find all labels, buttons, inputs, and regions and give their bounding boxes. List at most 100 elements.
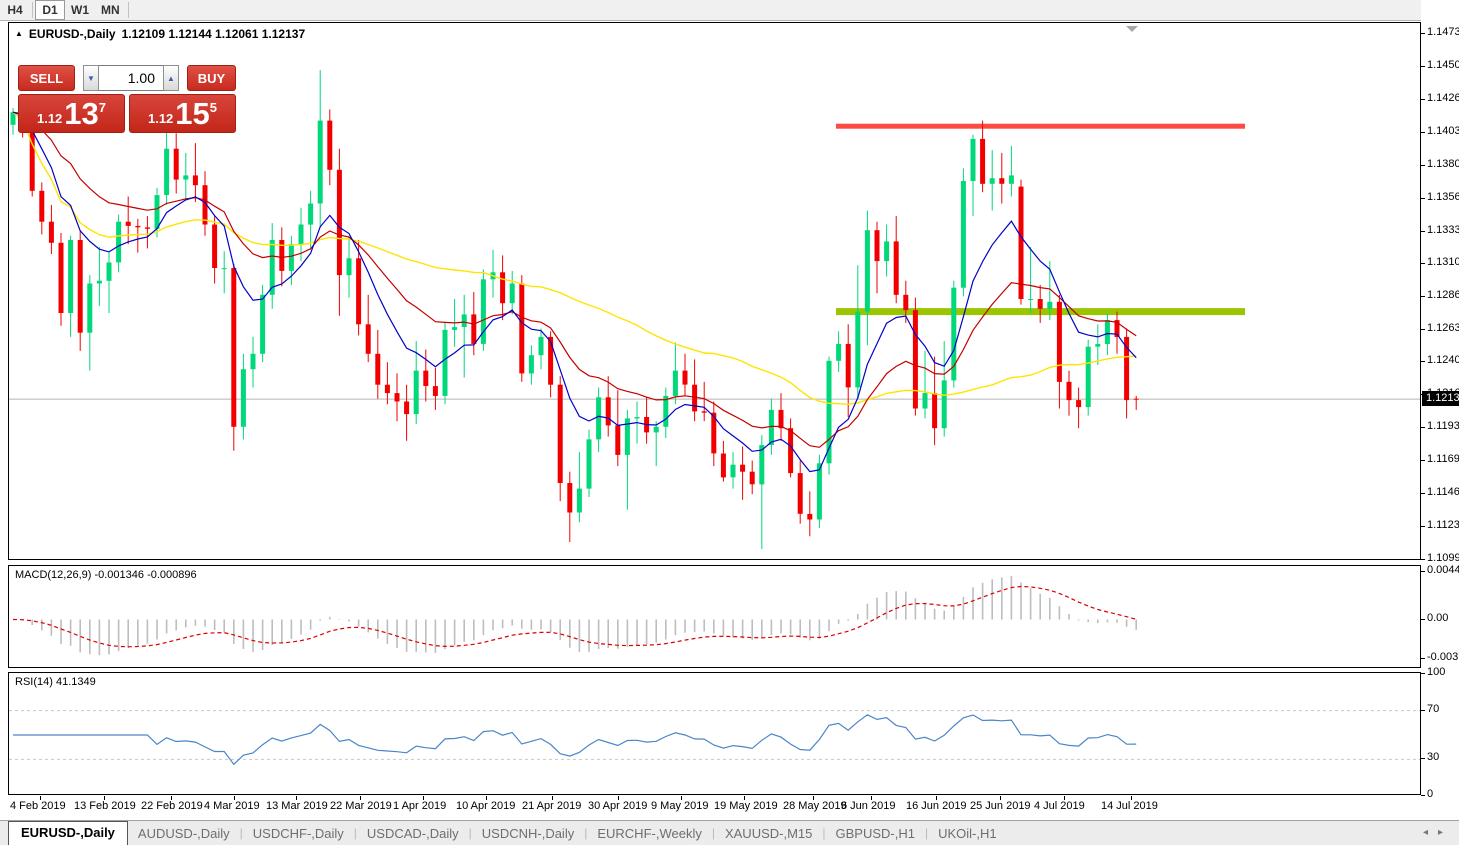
price-axis-label: 1.13565 (1427, 191, 1459, 203)
price-axis-label: 1.14030 (1427, 125, 1459, 137)
axis-tick (1421, 231, 1425, 232)
price-chart-pane[interactable]: ▲ EURUSD-,Daily 1.12109 1.12144 1.12061 … (8, 22, 1421, 560)
volume-increment-button[interactable]: ▲ (163, 65, 179, 91)
chart-tab-xauusd-m15[interactable]: XAUUSD-,M15 (715, 823, 822, 845)
chart-tab-eurusd-daily[interactable]: EURUSD-,Daily (8, 821, 128, 845)
time-axis-label: 4 Mar 2019 (204, 800, 260, 812)
price-axis-label: 1.12400 (1427, 354, 1459, 366)
time-axis-tick (40, 796, 41, 800)
time-axis-tick (423, 796, 424, 800)
time-axis-label: 13 Mar 2019 (266, 800, 328, 812)
price-axis-label: 1.11930 (1427, 420, 1459, 432)
price-axis-label: 1.10995 (1427, 552, 1459, 564)
time-axis-tick (486, 796, 487, 800)
chart-tab-usdcnh-daily[interactable]: USDCNH-,Daily (472, 823, 584, 845)
toolbar-separator (128, 2, 129, 18)
time-axis-label: 25 Jun 2019 (970, 800, 1031, 812)
axis-tick (1421, 493, 1425, 494)
time-axis-label: 1 Apr 2019 (393, 800, 446, 812)
chart-tab-usdcad-daily[interactable]: USDCAD-,Daily (357, 823, 469, 845)
buy-price-pips: 15 (175, 99, 209, 129)
buy-button[interactable]: BUY (187, 65, 236, 91)
one-click-trading-panel: SELL ▼ ▲ BUY 1.12 13 7 1.12 15 5 (18, 65, 236, 133)
trading-terminal-window: H4D1W1MN ▲ EURUSD-,Daily 1.12109 1.12144… (0, 0, 1459, 845)
chart-tab-gbpusd-h1[interactable]: GBPUSD-,H1 (826, 823, 925, 845)
chart-tab-ukoil-h1[interactable]: UKOil-,H1 (928, 823, 1007, 845)
price-axis-label: 0 (1427, 788, 1433, 800)
time-axis-tick (681, 796, 682, 800)
time-axis-label: 16 Jun 2019 (906, 800, 967, 812)
macd-histogram (13, 576, 1136, 655)
time-axis-label: 22 Mar 2019 (330, 800, 392, 812)
rsi-line (13, 715, 1136, 765)
timeframe-button-h4[interactable]: H4 (0, 0, 30, 20)
time-axis-label: 4 Jul 2019 (1034, 800, 1085, 812)
axis-tick (1421, 165, 1425, 166)
price-axis-label: 1.14500 (1427, 59, 1459, 71)
time-axis-tick (1000, 796, 1001, 800)
timeframe-button-d1[interactable]: D1 (35, 0, 65, 20)
chart-ohlc-values: 1.12109 1.12144 1.12061 1.12137 (122, 27, 306, 41)
buy-price-point: 5 (210, 100, 217, 115)
time-axis-tick (813, 796, 814, 800)
collapse-triangle-icon[interactable]: ▲ (15, 29, 23, 38)
price-axis-label: 1.14735 (1427, 26, 1459, 38)
price-axis: 1.147351.145001.142651.140301.138001.135… (1421, 0, 1459, 845)
current-bid-badge: 1.12137 (1422, 391, 1459, 406)
time-axis-tick (618, 796, 619, 800)
time-axis-tick (1131, 796, 1132, 800)
price-axis-label: 1.11230 (1427, 519, 1459, 531)
sell-price-pips: 13 (64, 99, 98, 129)
time-axis-tick (234, 796, 235, 800)
rsi-indicator-pane[interactable]: RSI(14) 41.1349 (8, 672, 1421, 795)
price-axis-label: 1.12630 (1427, 322, 1459, 334)
axis-tick (1421, 263, 1425, 264)
time-axis-tick (552, 796, 553, 800)
price-axis-label: 1.12865 (1427, 289, 1459, 301)
axis-tick (1421, 571, 1425, 572)
buy-price-panel[interactable]: 1.12 15 5 (129, 94, 236, 133)
timeframe-button-w1[interactable]: W1 (65, 0, 95, 20)
sell-button[interactable]: SELL (18, 65, 75, 91)
time-axis-tick (296, 796, 297, 800)
axis-tick (1421, 132, 1425, 133)
time-axis-label: 21 Apr 2019 (522, 800, 581, 812)
axis-tick (1421, 460, 1425, 461)
price-axis-label: 1.14265 (1427, 92, 1459, 104)
time-axis-label: 19 May 2019 (714, 800, 778, 812)
chart-tab-eurchf-weekly[interactable]: EURCHF-,Weekly (587, 823, 712, 845)
timeframe-button-mn[interactable]: MN (95, 0, 126, 20)
volume-decrement-button[interactable]: ▼ (83, 65, 99, 91)
time-axis-tick (744, 796, 745, 800)
rsi-label: RSI(14) 41.1349 (15, 676, 96, 688)
axis-tick (1421, 198, 1425, 199)
macd-indicator-pane[interactable]: MACD(12,26,9) -0.001346 -0.000896 (8, 565, 1421, 668)
price-axis-label: 1.13100 (1427, 256, 1459, 268)
axis-tick (1421, 427, 1425, 428)
time-axis-tick (104, 796, 105, 800)
axis-tick (1421, 99, 1425, 100)
sell-price-prefix: 1.12 (37, 109, 62, 129)
axis-tick (1421, 526, 1425, 527)
axis-tick (1421, 795, 1425, 796)
time-axis-tick (871, 796, 872, 800)
chart-shift-marker-icon[interactable] (1126, 26, 1138, 32)
tab-scroll-arrows-icon[interactable]: ◂▸ (1423, 827, 1453, 838)
sell-price-panel[interactable]: 1.12 13 7 (18, 94, 125, 133)
time-axis-label: 14 Jul 2019 (1101, 800, 1158, 812)
price-axis-label: 1.11695 (1427, 453, 1459, 465)
price-axis-label: -0.003715 (1427, 651, 1459, 663)
time-axis-label: 9 May 2019 (651, 800, 708, 812)
chart-tab-audusd-daily[interactable]: AUDUSD-,Daily (128, 823, 240, 845)
axis-tick (1421, 559, 1425, 560)
axis-tick (1421, 361, 1425, 362)
time-axis-label: 22 Feb 2019 (141, 800, 203, 812)
time-axis-label: 6 Jun 2019 (841, 800, 895, 812)
volume-input[interactable] (99, 65, 163, 91)
time-axis-tick (936, 796, 937, 800)
price-axis-label: 30 (1427, 751, 1439, 763)
ma-slow-line (13, 112, 1136, 404)
time-axis-label: 30 Apr 2019 (588, 800, 647, 812)
macd-signal-line (13, 587, 1136, 647)
chart-tab-usdchf-daily[interactable]: USDCHF-,Daily (243, 823, 354, 845)
